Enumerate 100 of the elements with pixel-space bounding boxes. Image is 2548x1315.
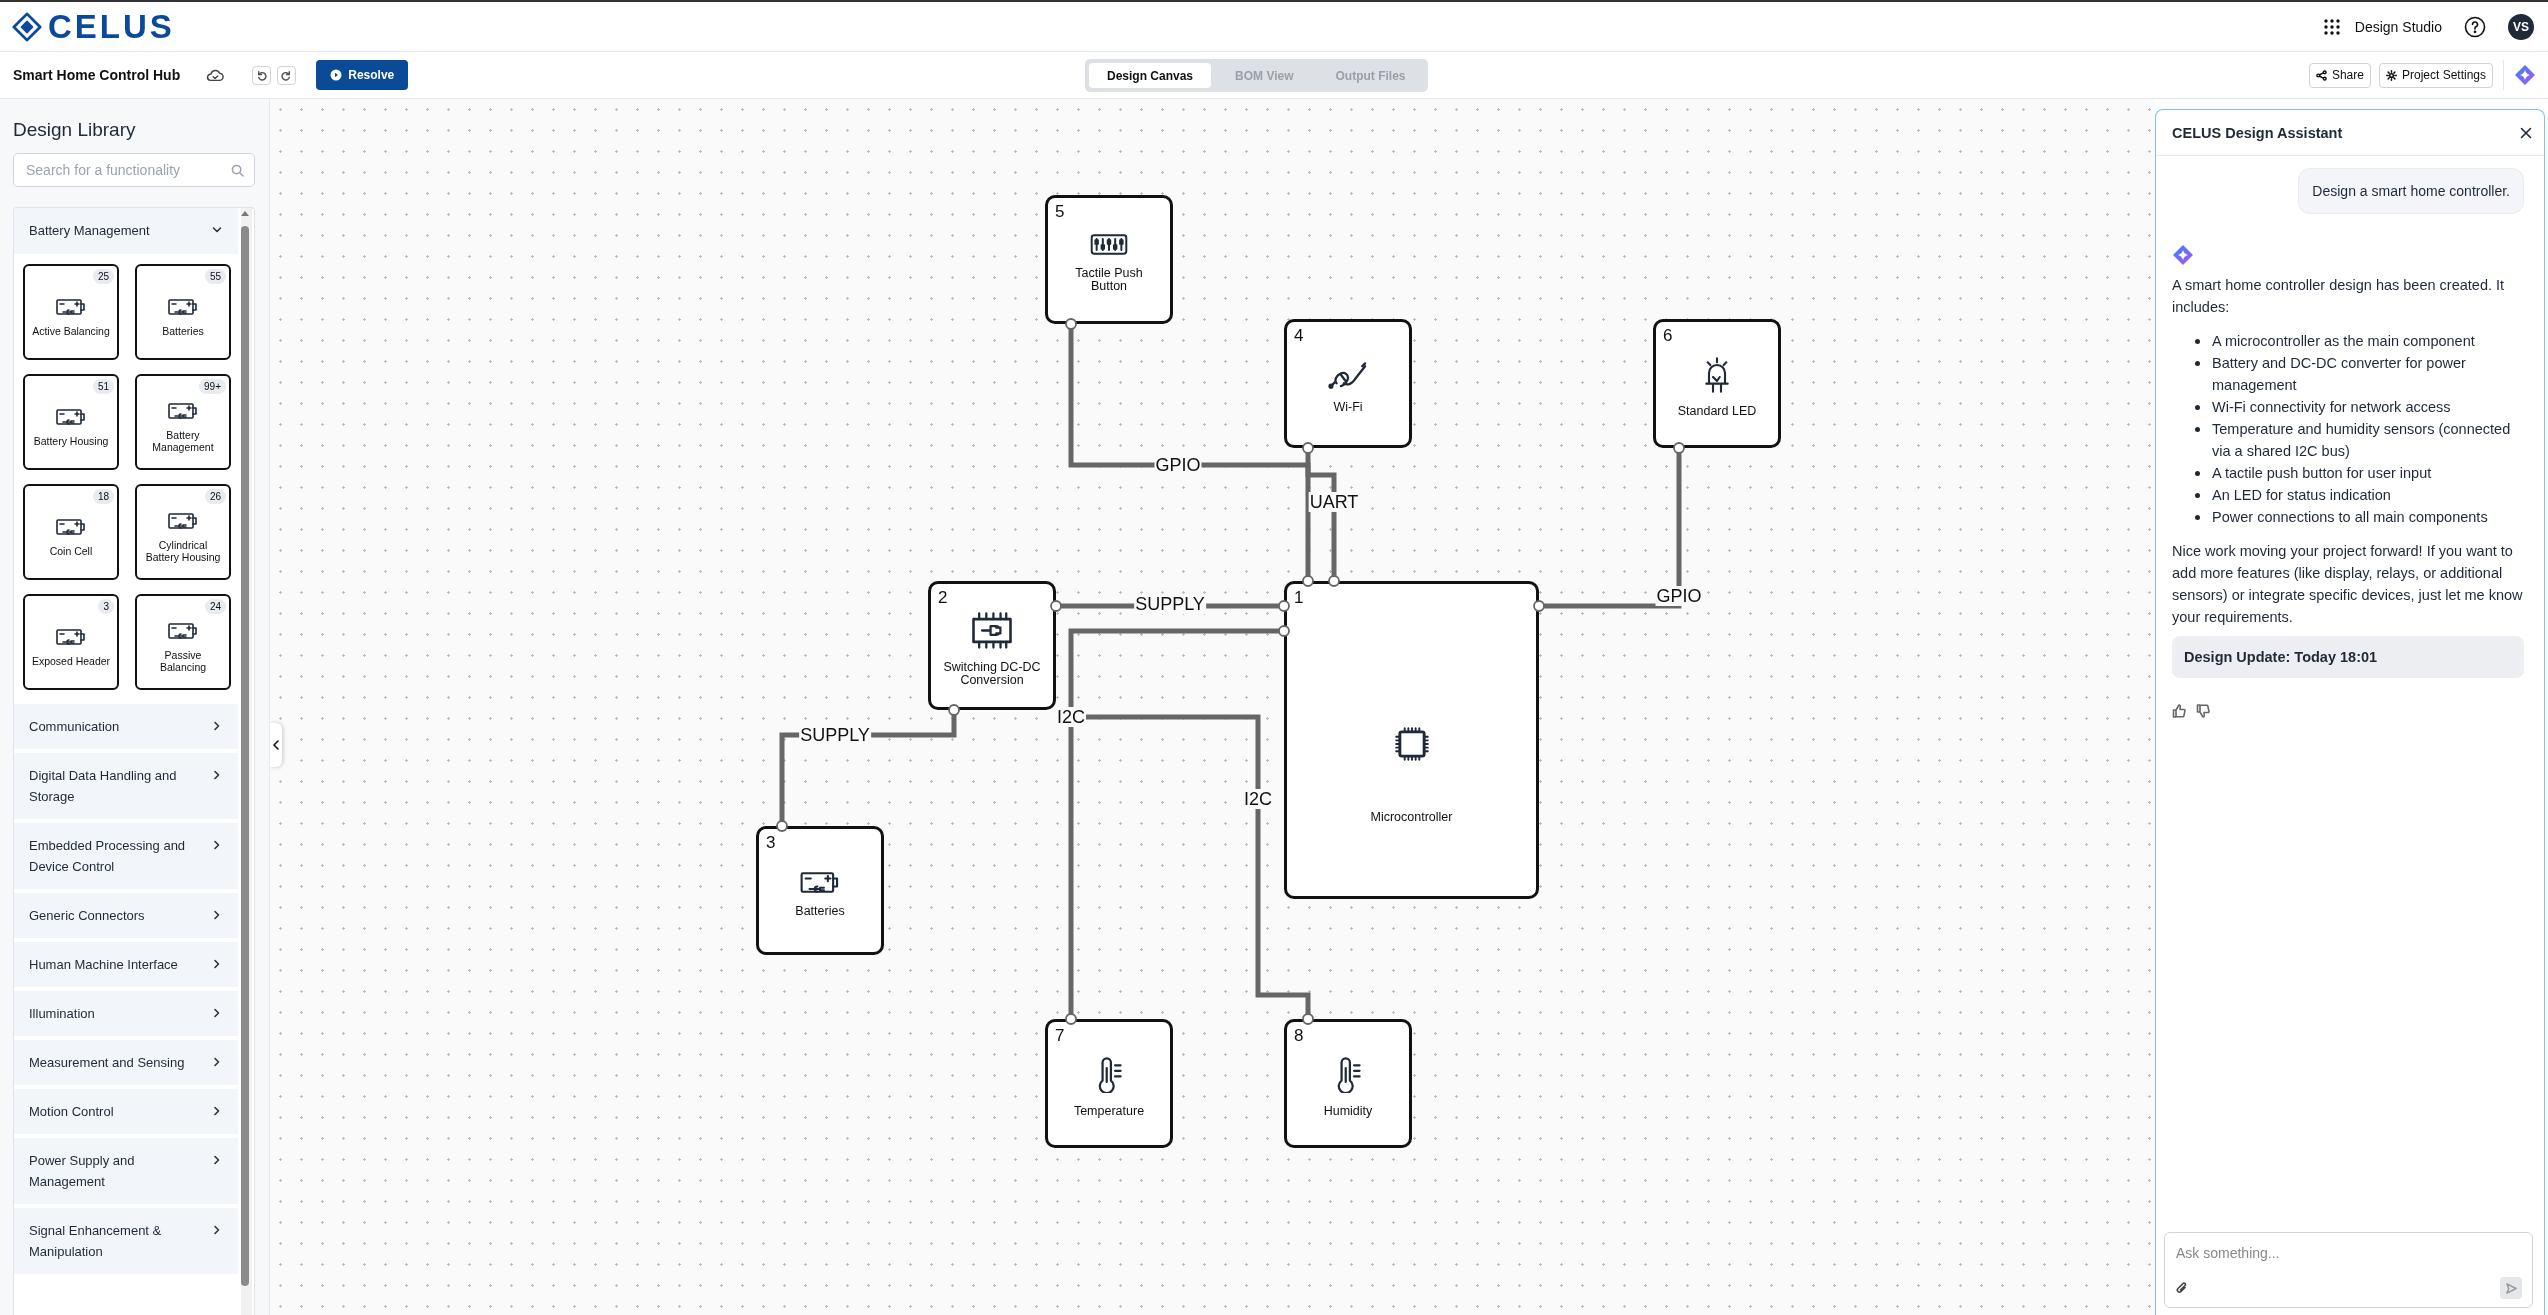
library-tile[interactable]: 25 Active Balancing xyxy=(23,264,119,360)
converter-icon xyxy=(972,612,1012,649)
panel-title: Design Library xyxy=(13,119,137,141)
connection-label: SUPPLY xyxy=(1134,594,1206,614)
library-tile[interactable]: 51 Battery Housing xyxy=(23,374,119,470)
category-row[interactable]: Communication xyxy=(14,704,238,749)
port-dot[interactable] xyxy=(1278,600,1290,612)
count-badge: 51 xyxy=(92,379,114,394)
scrollbar[interactable] xyxy=(241,208,252,1315)
connection-label: UART xyxy=(1308,492,1360,512)
port-dot[interactable] xyxy=(1328,575,1340,587)
category-row[interactable]: Signal Enhancement & Manipulation xyxy=(14,1208,238,1274)
block-label: Temperature xyxy=(1072,1105,1146,1118)
count-badge: 26 xyxy=(204,489,226,504)
thermometer-icon xyxy=(1096,1057,1122,1093)
block-label: Humidity xyxy=(1322,1105,1374,1118)
panel-title: CELUS Design Assistant xyxy=(2172,124,2343,141)
battery-plug-icon xyxy=(800,871,840,893)
tile-label: Batteries xyxy=(161,325,205,337)
port-dot[interactable] xyxy=(1065,1013,1077,1025)
count-badge: 55 xyxy=(204,269,226,284)
count-badge: 18 xyxy=(92,489,114,504)
component-block[interactable]: 3 Batteries xyxy=(756,826,884,955)
category-row[interactable]: Illumination xyxy=(14,991,238,1036)
input-placeholder: Ask something... xyxy=(2176,1245,2281,1261)
library-tile[interactable]: 3 Exposed Header xyxy=(23,594,119,690)
block-label: Switching DC-DC Conversion xyxy=(942,661,1042,687)
thumbs-up-icon[interactable] xyxy=(2172,704,2186,718)
category-row[interactable]: Battery Management xyxy=(14,208,238,254)
port-dot[interactable] xyxy=(1302,1013,1314,1025)
category-row[interactable]: Measurement and Sensing xyxy=(14,1040,238,1085)
count-badge: 24 xyxy=(204,599,226,614)
component-block[interactable]: 8 Humidity xyxy=(1284,1019,1412,1148)
redo-icon xyxy=(281,69,293,81)
bullet-icon xyxy=(2195,427,2200,432)
component-block[interactable]: 1 Microcontroller xyxy=(1284,581,1539,899)
block-number: 3 xyxy=(766,833,776,853)
component-block[interactable]: 6 Standard LED xyxy=(1653,319,1781,448)
send-button[interactable] xyxy=(2500,1277,2522,1299)
bullet-item: A tactile push button for user input xyxy=(2212,464,2432,483)
count-badge: 99+ xyxy=(199,379,226,394)
category-row[interactable]: Power Supply and Management xyxy=(14,1138,238,1204)
port-dot[interactable] xyxy=(1278,625,1290,637)
library-tile[interactable]: 24 Passive Balancing xyxy=(135,594,231,690)
project-title: Smart Home Control Hub xyxy=(13,67,181,83)
category-row[interactable]: Human Machine Interface xyxy=(14,942,238,987)
assistant-sparkle-icon xyxy=(2172,244,2194,266)
port-dot[interactable] xyxy=(1533,600,1545,612)
bullet-icon xyxy=(2195,493,2200,498)
cloud-icon[interactable] xyxy=(206,68,225,82)
component-block[interactable]: 7 Temperature xyxy=(1045,1019,1173,1148)
redo-button[interactable] xyxy=(277,65,297,85)
close-icon[interactable] xyxy=(2520,126,2532,139)
block-label: Batteries xyxy=(794,904,846,918)
bullet-item: Wi-Fi connectivity for network access xyxy=(2212,398,2451,417)
category-row[interactable]: Digital Data Handling and Storage xyxy=(14,753,238,819)
port-dot[interactable] xyxy=(1050,600,1062,612)
collapse-handle[interactable] xyxy=(270,723,282,767)
workspace-link[interactable]: Design Studio xyxy=(2354,18,2442,35)
block-label: Wi-Fi xyxy=(1332,400,1364,414)
category-row[interactable]: Generic Connectors xyxy=(14,893,238,938)
category-row[interactable]: Embedded Processing and Device Control xyxy=(14,823,238,889)
port-dot[interactable] xyxy=(1673,442,1685,454)
share-button[interactable]: Share xyxy=(2308,62,2371,88)
category-row[interactable]: Motion Control xyxy=(14,1089,238,1134)
library-tile[interactable]: 26 Cylindrical Battery Housing xyxy=(135,484,231,580)
chevron-right-icon xyxy=(212,1106,222,1116)
library-tile[interactable]: 55 Batteries xyxy=(135,264,231,360)
chevron-right-icon xyxy=(212,1225,222,1235)
message-input-field[interactable]: Ask something... xyxy=(2164,1232,2533,1308)
assistant-sparkle-icon[interactable] xyxy=(2514,64,2536,86)
connection-label: I2C xyxy=(1243,789,1273,809)
chip-icon xyxy=(1394,726,1429,761)
port-dot[interactable] xyxy=(776,820,788,832)
port-dot[interactable] xyxy=(1065,318,1077,330)
undo-button[interactable] xyxy=(252,65,272,85)
project-settings-button[interactable]: Project Settings xyxy=(2378,62,2493,88)
chevron-right-icon xyxy=(212,721,222,731)
send-icon xyxy=(2505,1282,2517,1294)
bullet-icon xyxy=(2195,361,2200,366)
block-number: 1 xyxy=(1294,588,1304,608)
library-tile[interactable]: 18 Coin Cell xyxy=(23,484,119,580)
grid-icon[interactable] xyxy=(2322,17,2341,36)
led-icon xyxy=(1705,357,1729,393)
paperclip-icon[interactable] xyxy=(2176,1281,2188,1295)
component-block[interactable]: 4 Wi-Fi xyxy=(1284,319,1412,448)
component-block[interactable]: 2 Switching DC-DC Conversion xyxy=(928,581,1056,710)
thumbs-down-icon[interactable] xyxy=(2196,704,2210,718)
resolve-button[interactable]: Resolve xyxy=(316,60,409,90)
component-block[interactable]: 5 Tactile Push Button xyxy=(1045,195,1173,324)
port-dot[interactable] xyxy=(1302,442,1314,454)
logo-icon[interactable] xyxy=(12,11,42,42)
view-tab[interactable]: Design Canvas xyxy=(1089,63,1212,88)
chevron-down-icon xyxy=(212,225,222,235)
port-dot[interactable] xyxy=(1302,575,1314,587)
library-tile[interactable]: 99+ Battery Management xyxy=(135,374,231,470)
port-dot[interactable] xyxy=(948,704,960,716)
help-icon[interactable] xyxy=(2464,15,2486,38)
user-avatar[interactable]: VS xyxy=(2508,13,2534,40)
bullet-item: Temperature and humidity sensors (connected via a shared I2C bus) xyxy=(2212,420,2512,461)
